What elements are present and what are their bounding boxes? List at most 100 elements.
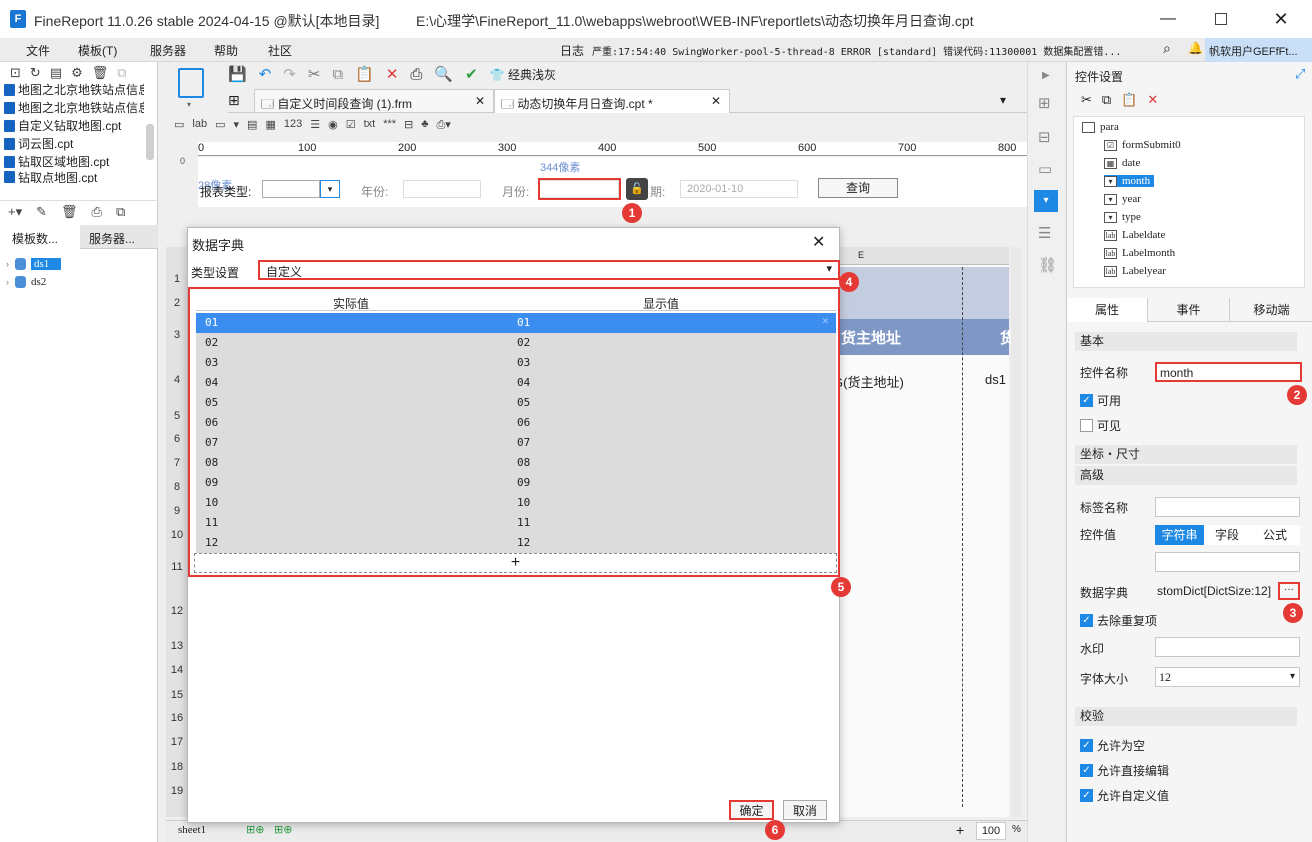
actual-value-cell[interactable]: 12 (205, 536, 218, 549)
template-icon[interactable] (178, 68, 204, 98)
actual-value-cell[interactable]: 11 (205, 516, 218, 529)
tree-combo-widget-icon[interactable]: ♣ (421, 118, 428, 132)
table-row[interactable]: 12 12 (196, 533, 836, 553)
actual-value-cell[interactable]: 08 (205, 456, 218, 469)
check-icon[interactable]: ✔ (465, 65, 478, 83)
undo-icon[interactable]: ↶ (259, 65, 272, 83)
radio-widget-icon[interactable]: ◉ (328, 118, 338, 132)
actual-value-cell[interactable]: 06 (205, 416, 218, 429)
cut-icon[interactable]: ✂ (1081, 92, 1092, 108)
tree-form-submit[interactable]: ☑ formSubmit0 (1104, 139, 1181, 151)
table-row[interactable]: 03 03 (196, 353, 836, 373)
find-icon[interactable]: 🔍 (434, 65, 453, 83)
file-item[interactable]: 地图之北京地铁站点信息 (4, 99, 144, 116)
button-widget-icon[interactable]: ▭ (215, 118, 225, 132)
type-select[interactable]: 自定义 ▾ (258, 260, 840, 280)
tree-date[interactable]: ▦ date (1104, 157, 1140, 169)
tab-custom-period[interactable]: 🗔 自定义时间段查询 (1).frm ✕ (254, 89, 494, 113)
display-value-cell[interactable]: 05 (517, 396, 530, 409)
menu-server[interactable]: 服务器 (150, 42, 186, 59)
file-item[interactable]: 词云图.cpt (4, 135, 144, 152)
tab-formula[interactable]: 公式 (1250, 525, 1300, 545)
table-row[interactable]: 10 10 (196, 493, 836, 513)
display-value-cell[interactable]: 12 (517, 536, 530, 549)
table-row[interactable]: 05 05 (196, 393, 836, 413)
log-label[interactable]: 日志 (560, 42, 584, 59)
copy-icon[interactable]: ⧉ (1102, 92, 1111, 108)
dataset-ds1[interactable]: › ds1 (6, 258, 62, 270)
table-row[interactable]: 07 07 (196, 433, 836, 453)
watermark-input[interactable] (1155, 637, 1300, 657)
add-poly-sheet-icon[interactable]: ⊞⊕ (274, 823, 292, 836)
tab-dynamic-query[interactable]: 🗔 动态切换年月日查询.cpt * ✕ (494, 89, 730, 113)
label-widget-icon[interactable]: lab (192, 118, 207, 132)
float-element-icon[interactable]: ▭ (1038, 160, 1052, 178)
table-row[interactable]: 11 11 (196, 513, 836, 533)
delete-icon[interactable]: 🗑 (61, 204, 78, 222)
tab-string[interactable]: 字符串 (1155, 525, 1204, 545)
server-dataset-icon[interactable]: ⧉ (116, 204, 125, 222)
refresh-icon[interactable]: ↻ (30, 65, 41, 82)
add-row-button[interactable]: + (194, 553, 837, 573)
tree-para[interactable]: para (1082, 121, 1119, 133)
search-icon[interactable]: ⌕ (1163, 40, 1171, 57)
widget-name-input[interactable]: month (1155, 362, 1302, 382)
cell-address[interactable]: G(货主地址) (833, 372, 904, 391)
paste-icon[interactable]: 📋 (355, 65, 374, 83)
popout-icon[interactable]: ⤢ (1295, 66, 1305, 82)
menu-template[interactable]: 模板(T) (78, 42, 117, 59)
file-item[interactable]: 地图之北京地铁站点信息 (4, 81, 144, 98)
expand-arrow-icon[interactable]: ▶ (1042, 70, 1050, 81)
tab-mobile[interactable]: 移动端 (1229, 298, 1312, 322)
table-row[interactable]: 01 01 ✕ (196, 313, 836, 333)
ok-button[interactable]: 确定 (729, 800, 774, 820)
tab-server-data[interactable]: 服务器... (80, 225, 158, 249)
menu-help[interactable]: 帮助 (214, 42, 238, 59)
add-icon[interactable]: +▾ (8, 204, 22, 222)
tree-labelmonth[interactable]: lab Labelmonth (1104, 247, 1175, 259)
file-item[interactable]: 钻取区域地图.cpt (4, 153, 144, 170)
close-tab-icon[interactable]: ✕ (475, 94, 485, 108)
enabled-checkbox[interactable]: ✓ 可用 (1080, 392, 1121, 409)
close-tab-icon[interactable]: ✕ (711, 94, 721, 108)
hyperlink-icon[interactable]: ⛓ (1038, 256, 1057, 274)
actual-value-cell[interactable]: 01 (205, 316, 218, 329)
display-value-cell[interactable]: 01 (517, 316, 530, 329)
display-value-cell[interactable]: 07 (517, 436, 530, 449)
view-icon[interactable]: ▤ (50, 65, 62, 82)
close-window-icon[interactable]: ✕ (1268, 6, 1294, 32)
tab-template-data[interactable]: 模板数... (0, 225, 80, 249)
file-item[interactable]: 钻取点地图.cpt (4, 171, 144, 183)
grid-icon[interactable]: ⊞ (228, 92, 240, 109)
textbox-widget-icon[interactable]: ▭ (174, 118, 184, 132)
section-basic[interactable]: 基本 (1075, 332, 1297, 351)
date-field[interactable]: 2020-01-10 (680, 180, 798, 198)
allow-edit-checkbox[interactable]: ✓ 允许直接编辑 (1080, 762, 1169, 779)
list-widget-icon[interactable]: ⊟ (404, 118, 413, 132)
query-button[interactable]: 查询 (818, 178, 898, 198)
tree-labeldate[interactable]: lab Labeldate (1104, 229, 1165, 241)
copy-icon[interactable]: ⧉ (117, 65, 126, 82)
dict-edit-button[interactable]: ··· (1278, 582, 1300, 600)
add-sheet-icon[interactable]: ⊞⊕ (246, 823, 264, 836)
tree-month[interactable]: ▾ month (1104, 175, 1155, 187)
tab-field[interactable]: 字段 (1204, 525, 1250, 545)
actual-value-cell[interactable]: 04 (205, 376, 218, 389)
actual-value-cell[interactable]: 03 (205, 356, 218, 369)
year-combo[interactable] (403, 180, 481, 198)
combo-widget-icon[interactable]: ▾ (234, 118, 240, 132)
delete-row-icon[interactable]: ✕ (822, 314, 829, 327)
theme-button[interactable]: 👕 经典浅灰 (490, 66, 556, 83)
allow-custom-checkbox[interactable]: ✓ 允许自定义值 (1080, 787, 1169, 804)
type-combo[interactable] (262, 180, 320, 198)
section-coords[interactable]: 坐标・尺寸 (1075, 445, 1297, 464)
maximize-icon[interactable] (1215, 13, 1227, 25)
table-row[interactable]: 09 09 (196, 473, 836, 493)
actual-value-cell[interactable]: 02 (205, 336, 218, 349)
actual-value-cell[interactable]: 05 (205, 396, 218, 409)
scrollbar[interactable] (146, 124, 154, 160)
actual-value-cell[interactable]: 09 (205, 476, 218, 489)
tree-year[interactable]: ▾ year (1104, 193, 1141, 205)
actual-value-cell[interactable]: 07 (205, 436, 218, 449)
paste-icon[interactable]: 📋 (1121, 92, 1137, 108)
